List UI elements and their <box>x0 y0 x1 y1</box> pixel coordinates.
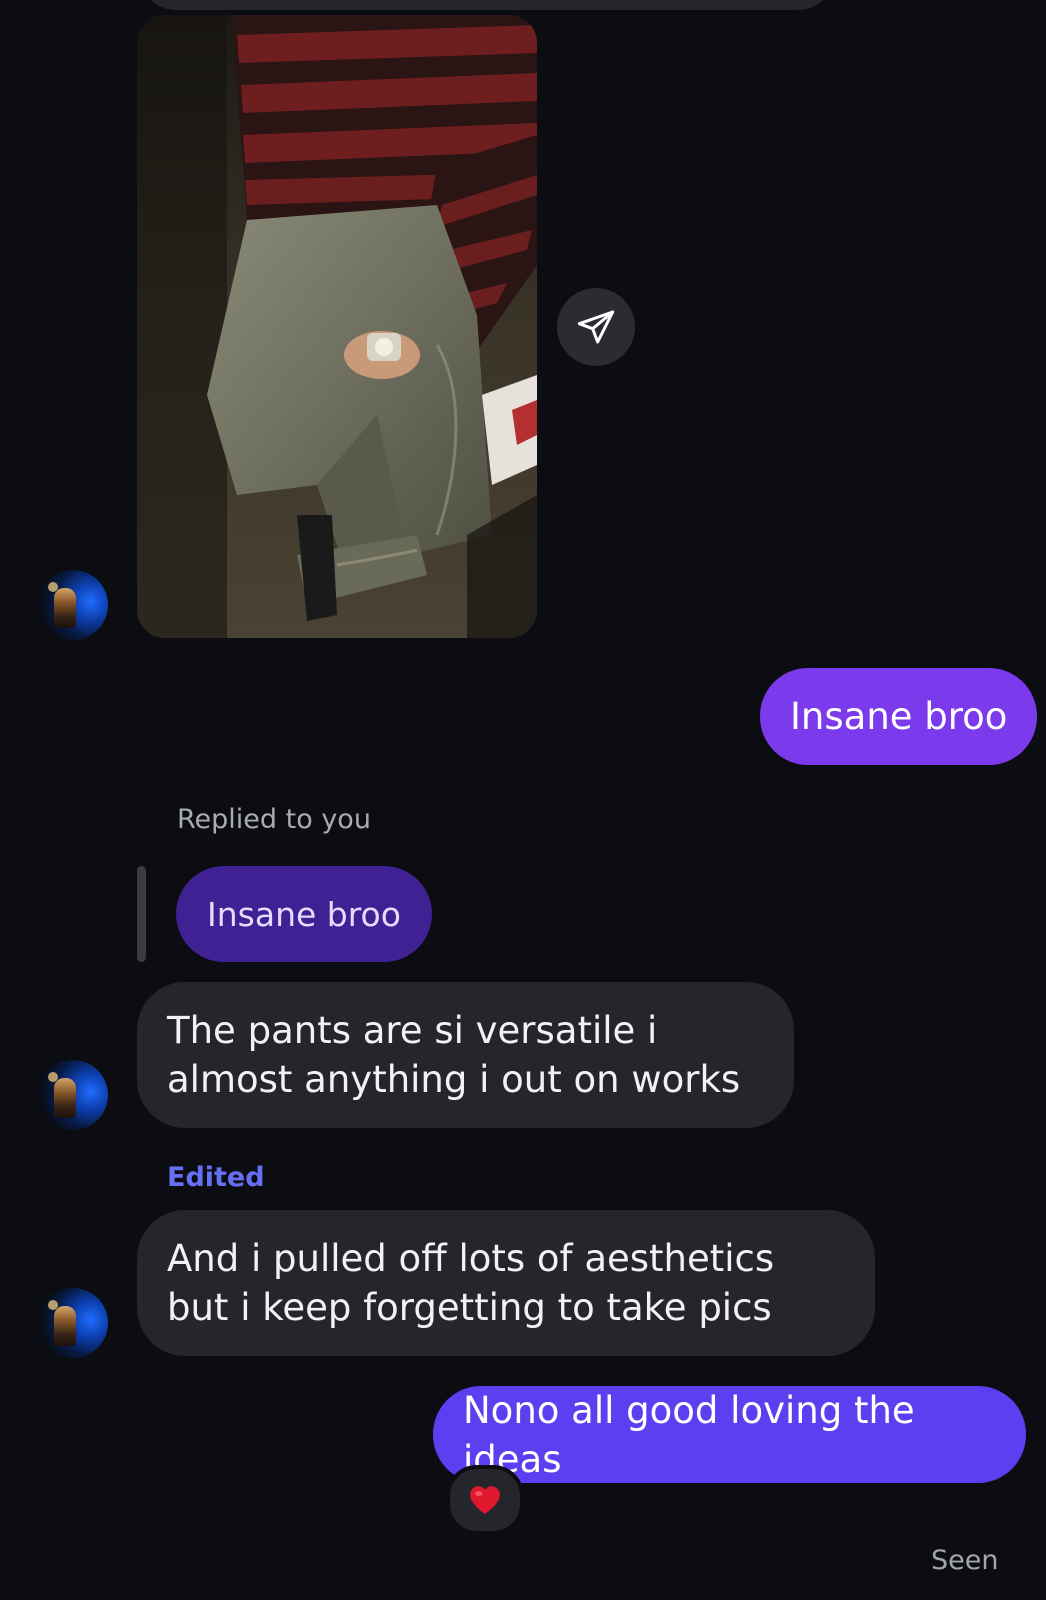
reply-context-label: Replied to you <box>177 804 371 835</box>
message-text: Insane broo <box>790 695 1008 738</box>
sender-avatar[interactable] <box>38 570 108 640</box>
send-paper-plane-icon <box>577 310 615 344</box>
received-message-bubble[interactable]: The pants are si versatile i almost anyt… <box>137 982 794 1128</box>
message-text: Nono all good loving the ideas <box>463 1388 915 1481</box>
avatar-highlight <box>48 1072 58 1082</box>
avatar-figure <box>54 1078 76 1118</box>
seen-status: Seen <box>931 1545 999 1576</box>
share-button[interactable] <box>557 288 635 366</box>
shared-photo[interactable] <box>137 15 537 638</box>
shared-photo-image <box>137 15 537 638</box>
sent-message-bubble[interactable]: Insane broo <box>760 668 1038 765</box>
message-reaction[interactable] <box>446 1465 524 1535</box>
avatar-highlight <box>48 1300 58 1310</box>
avatar-highlight <box>48 582 58 592</box>
quoted-message[interactable]: Insane broo <box>176 866 432 962</box>
message-text: And i pulled off lots of aesthetics but … <box>167 1237 775 1329</box>
heart-icon <box>470 1486 500 1514</box>
chat-thread: Insane broo Replied to you Insane broo T… <box>0 0 1046 1600</box>
sender-avatar[interactable] <box>38 1288 108 1358</box>
quoted-message-text: Insane broo <box>207 894 401 934</box>
reply-indicator-bar <box>137 866 146 962</box>
message-text: The pants are si versatile i almost anyt… <box>167 1009 741 1101</box>
sent-message-bubble[interactable]: Nono all good loving the ideas <box>433 1386 1026 1483</box>
previous-message-bubble[interactable] <box>137 0 837 10</box>
received-message-bubble[interactable]: And i pulled off lots of aesthetics but … <box>137 1210 875 1356</box>
sender-avatar[interactable] <box>38 1060 108 1130</box>
avatar-figure <box>54 588 76 628</box>
edited-label[interactable]: Edited <box>167 1162 265 1193</box>
avatar-figure <box>54 1306 76 1346</box>
